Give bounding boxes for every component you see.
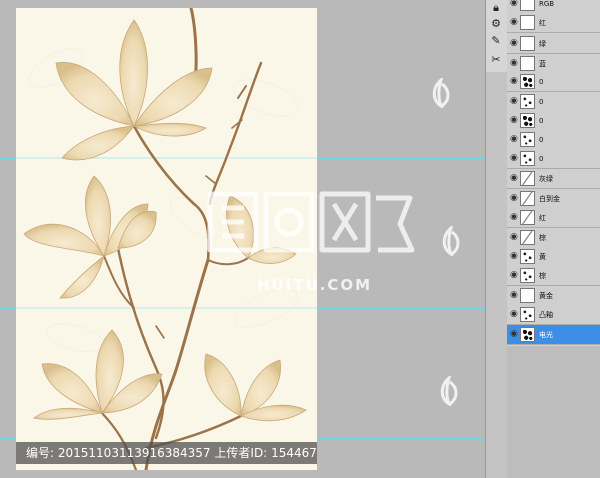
layer-name: 0 bbox=[539, 155, 544, 163]
layer-name: 蓝 bbox=[539, 60, 546, 68]
eye-icon[interactable]: ◉ bbox=[510, 116, 519, 125]
document-canvas[interactable]: HUITU.COM 编号: 20151103113916384357 上传者ID… bbox=[0, 0, 485, 478]
eye-icon[interactable]: ◉ bbox=[510, 39, 519, 48]
image-caption-bar: 编号: 20151103113916384357 上传者ID: 154467 bbox=[16, 442, 317, 464]
layer-row[interactable]: ◉ 0 bbox=[507, 149, 600, 169]
layer-name: 0 bbox=[539, 136, 544, 144]
layer-thumbnail bbox=[520, 113, 535, 128]
layer-thumbnail bbox=[520, 94, 535, 109]
layer-name: 棕 bbox=[539, 234, 546, 242]
layer-style-icon[interactable]: ⚙ bbox=[488, 16, 504, 31]
eye-icon[interactable]: ◉ bbox=[510, 18, 519, 27]
layer-row[interactable]: ◉ 黄 bbox=[507, 247, 600, 267]
watermark-site-text: HUITU.COM bbox=[257, 276, 373, 294]
watermark-leaf-icon bbox=[440, 376, 458, 406]
layer-row[interactable]: ◉ 凸釉 bbox=[507, 305, 600, 325]
eye-icon[interactable]: ◉ bbox=[510, 271, 519, 280]
layer-name: 凸釉 bbox=[539, 311, 553, 319]
layer-name: 黄金 bbox=[539, 292, 553, 300]
layer-row[interactable]: ◉ 棕 bbox=[507, 266, 600, 286]
caption-uploader-value: 154467 bbox=[271, 446, 317, 460]
eye-icon[interactable]: ◉ bbox=[510, 330, 519, 339]
layer-row[interactable]: ◉ 0 bbox=[507, 72, 600, 92]
layer-thumbnail bbox=[520, 268, 535, 283]
layer-name: 红 bbox=[539, 214, 546, 222]
eye-icon[interactable]: ◉ bbox=[510, 310, 519, 319]
eye-icon[interactable]: ◉ bbox=[510, 194, 519, 203]
layer-name: 电光 bbox=[539, 331, 553, 339]
huitu-logo-watermark bbox=[207, 191, 415, 253]
layer-row[interactable]: ◉ 红 bbox=[507, 208, 600, 228]
layer-row[interactable]: ◉ 红 bbox=[507, 13, 600, 33]
eye-icon[interactable]: ◉ bbox=[510, 77, 519, 86]
eye-icon[interactable]: ◉ bbox=[510, 154, 519, 163]
eye-icon[interactable]: ◉ bbox=[510, 135, 519, 144]
layer-row[interactable]: ◉ 蓝 bbox=[507, 54, 600, 74]
layer-thumbnail bbox=[520, 74, 535, 89]
layer-row[interactable]: ◉ 0 bbox=[507, 92, 600, 112]
layer-thumbnail bbox=[520, 230, 535, 245]
eye-icon[interactable]: ◉ bbox=[510, 252, 519, 261]
layer-thumbnail bbox=[520, 171, 535, 186]
panel-tool-strip: 🔒︎ ⚙ ✎ ✂ bbox=[485, 0, 508, 72]
layer-thumbnail bbox=[520, 307, 535, 322]
layer-row[interactable]: ◉ 0 bbox=[507, 111, 600, 131]
layer-name: 黄 bbox=[539, 253, 546, 261]
layer-thumbnail bbox=[520, 249, 535, 264]
eye-icon[interactable]: ◉ bbox=[510, 174, 519, 183]
layer-name: 棕 bbox=[539, 272, 546, 280]
layer-row[interactable]: ◉ RGB bbox=[507, 0, 600, 14]
layer-row[interactable]: ◉ 0 bbox=[507, 130, 600, 150]
layer-thumbnail bbox=[520, 132, 535, 147]
caption-id-value: 20151103113916384357 bbox=[57, 446, 211, 460]
layer-name: 绿 bbox=[539, 40, 546, 48]
layer-row[interactable]: ◉ 白到金 bbox=[507, 189, 600, 209]
layer-name: 红 bbox=[539, 19, 546, 27]
panel-tool-strip-empty bbox=[485, 72, 508, 478]
layer-row[interactable]: ◉ 绿 bbox=[507, 34, 600, 54]
scissors-icon[interactable]: ✂ bbox=[488, 52, 504, 67]
layer-thumbnail bbox=[520, 191, 535, 206]
lock-icon[interactable]: 🔒︎ bbox=[488, 0, 504, 15]
layer-row-selected[interactable]: ◉ 电光 bbox=[507, 325, 600, 345]
caption-uploader-label: 上传者ID: bbox=[214, 446, 268, 460]
layer-row[interactable]: ◉ 棕 bbox=[507, 228, 600, 248]
layer-name: 灰绿 bbox=[539, 175, 553, 183]
layer-name: 白到金 bbox=[539, 195, 560, 203]
layers-panel-empty bbox=[507, 346, 600, 478]
watermark-leaf-icon bbox=[432, 78, 450, 108]
eye-icon[interactable]: ◉ bbox=[510, 97, 519, 106]
layer-thumbnail bbox=[520, 327, 535, 342]
layer-row[interactable]: ◉ 灰绿 bbox=[507, 169, 600, 189]
layer-thumbnail bbox=[520, 151, 535, 166]
script-icon[interactable]: ✎ bbox=[488, 33, 504, 48]
eye-icon[interactable]: ◉ bbox=[510, 291, 519, 300]
eye-icon[interactable]: ◉ bbox=[510, 233, 519, 242]
layer-thumbnail bbox=[520, 56, 535, 71]
layer-thumbnail bbox=[520, 36, 535, 51]
layer-name: 0 bbox=[539, 78, 544, 86]
layer-name: 0 bbox=[539, 98, 544, 106]
eye-icon[interactable]: ◉ bbox=[510, 59, 519, 68]
layer-thumbnail bbox=[520, 0, 535, 11]
layer-name: 0 bbox=[539, 117, 544, 125]
layer-thumbnail bbox=[520, 15, 535, 30]
eye-icon[interactable]: ◉ bbox=[510, 213, 519, 222]
layer-thumbnail bbox=[520, 210, 535, 225]
layer-row[interactable]: ◉ 黄金 bbox=[507, 286, 600, 306]
caption-id-label: 编号: bbox=[26, 446, 55, 460]
layer-name: RGB bbox=[539, 0, 555, 8]
watermark-leaf-icon bbox=[442, 226, 460, 256]
layer-thumbnail bbox=[520, 288, 535, 303]
eye-icon[interactable]: ◉ bbox=[510, 0, 519, 8]
